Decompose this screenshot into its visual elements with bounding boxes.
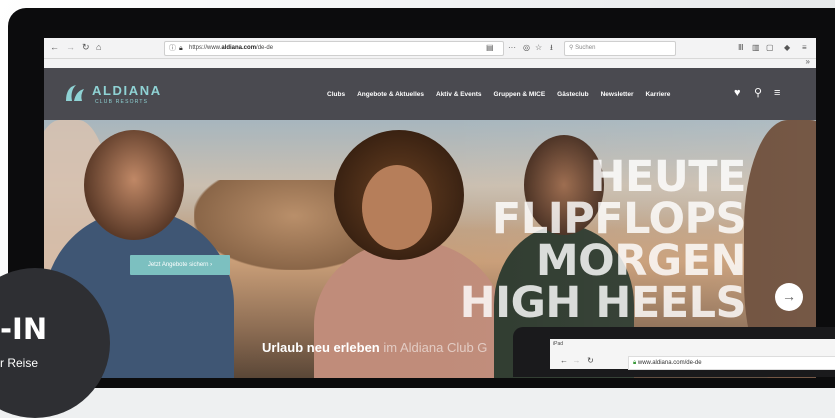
aldiana-logo-icon[interactable] (62, 81, 86, 105)
site-header: ALDIANA CLUB RESORTS Clubs Angebote & Ak… (44, 68, 816, 120)
ipad-reload-icon[interactable]: ↻ (587, 356, 594, 365)
hero-tagline: Urlaub neu erleben im Aldiana Club G (262, 340, 488, 355)
carousel-next-icon[interactable]: → (775, 283, 803, 311)
badge-subtitle: r Reise (0, 356, 39, 370)
extension-icon[interactable]: ◆ (784, 41, 790, 54)
headline-line-3: MORGEN (535, 236, 747, 286)
bookmarks-bar: » (44, 57, 816, 68)
logo-subtitle: CLUB RESORTS (95, 99, 149, 105)
logo-name[interactable]: ALDIANA (92, 83, 162, 98)
ipad-url-bar[interactable]: 🔒︎ www.aldiana.com/de-de (628, 356, 835, 370)
nav-item-gruppen-mice[interactable]: Gruppen & MICE (494, 91, 546, 98)
ipad-back-icon[interactable]: ← (560, 356, 568, 365)
bookmark-star-icon[interactable]: ☆ (535, 41, 542, 54)
back-icon[interactable]: ← (50, 41, 59, 54)
forward-icon[interactable]: → (66, 41, 75, 54)
library-icon[interactable]: Ⅲ (738, 41, 744, 54)
headline-line-4: HIGH HEELS (459, 278, 747, 328)
badge-title: -IN (0, 312, 48, 346)
hamburger-menu-icon[interactable]: ≡ (774, 87, 780, 99)
nav-item-karriere[interactable]: Karriere (645, 91, 670, 98)
url-bar[interactable]: ⓘ 🔒︎ https://www.aldiana.com/de-de (164, 41, 504, 56)
reload-icon[interactable]: ↻ (82, 41, 90, 54)
ipad-label: iPad (553, 341, 564, 347)
heart-icon[interactable]: ♥ (734, 87, 741, 99)
ipad-url-text: www.aldiana.com/de-de (637, 360, 702, 366)
search-placeholder: Suchen (575, 45, 596, 51)
overflow-icon[interactable]: » (806, 57, 810, 66)
home-icon[interactable]: ⌂ (96, 41, 101, 54)
search-icon: ⚲ (569, 45, 574, 51)
ipad-nav-icons: ← → ↻ (560, 356, 594, 365)
site-search-icon[interactable]: ⚲ (754, 87, 762, 99)
nav-item-angebote[interactable]: Angebote & Aktuelles (357, 91, 424, 98)
nav-item-aktiv-events[interactable]: Aktiv & Events (436, 91, 482, 98)
download-icon[interactable]: ⭳ (550, 41, 553, 54)
tabs-icon[interactable]: ▢ (766, 41, 774, 54)
browser-menu-icon[interactable]: ≡ (802, 41, 807, 54)
info-icon[interactable]: ⓘ (169, 42, 176, 55)
pocket-icon[interactable]: ◎ (523, 41, 530, 54)
cta-button[interactable]: Jetzt Angebote sichern › (130, 255, 230, 275)
headline-line-1: HEUTE (589, 152, 747, 202)
nav-item-newsletter[interactable]: Newsletter (601, 91, 634, 98)
search-field[interactable]: ⚲ Suchen (564, 41, 676, 56)
sidebar-icon[interactable]: ▥ (752, 41, 760, 54)
url-text: https://www.aldiana.com/de-de (189, 45, 274, 51)
browser-toolbar: ← → ↻ ⌂ ⓘ 🔒︎ https://www.aldiana.com/de-… (44, 38, 816, 59)
ipad-forward-icon[interactable]: → (572, 356, 580, 365)
lock-icon: 🔒︎ (179, 45, 183, 52)
main-nav: Clubs Angebote & Aktuelles Aktiv & Event… (327, 68, 682, 120)
ipad-lock-icon: 🔒︎ (633, 360, 637, 366)
hero-headline: HEUTE FLIPFLOPS MORGEN HIGH HEELS (459, 152, 747, 328)
nav-item-clubs[interactable]: Clubs (327, 91, 345, 98)
nav-item-gaesteclub[interactable]: Gästeclub (557, 91, 588, 98)
more-icon[interactable]: ··· (508, 41, 516, 54)
reader-icon[interactable]: ▤ (486, 41, 494, 54)
headline-line-2: FLIPFLOPS (491, 194, 747, 244)
